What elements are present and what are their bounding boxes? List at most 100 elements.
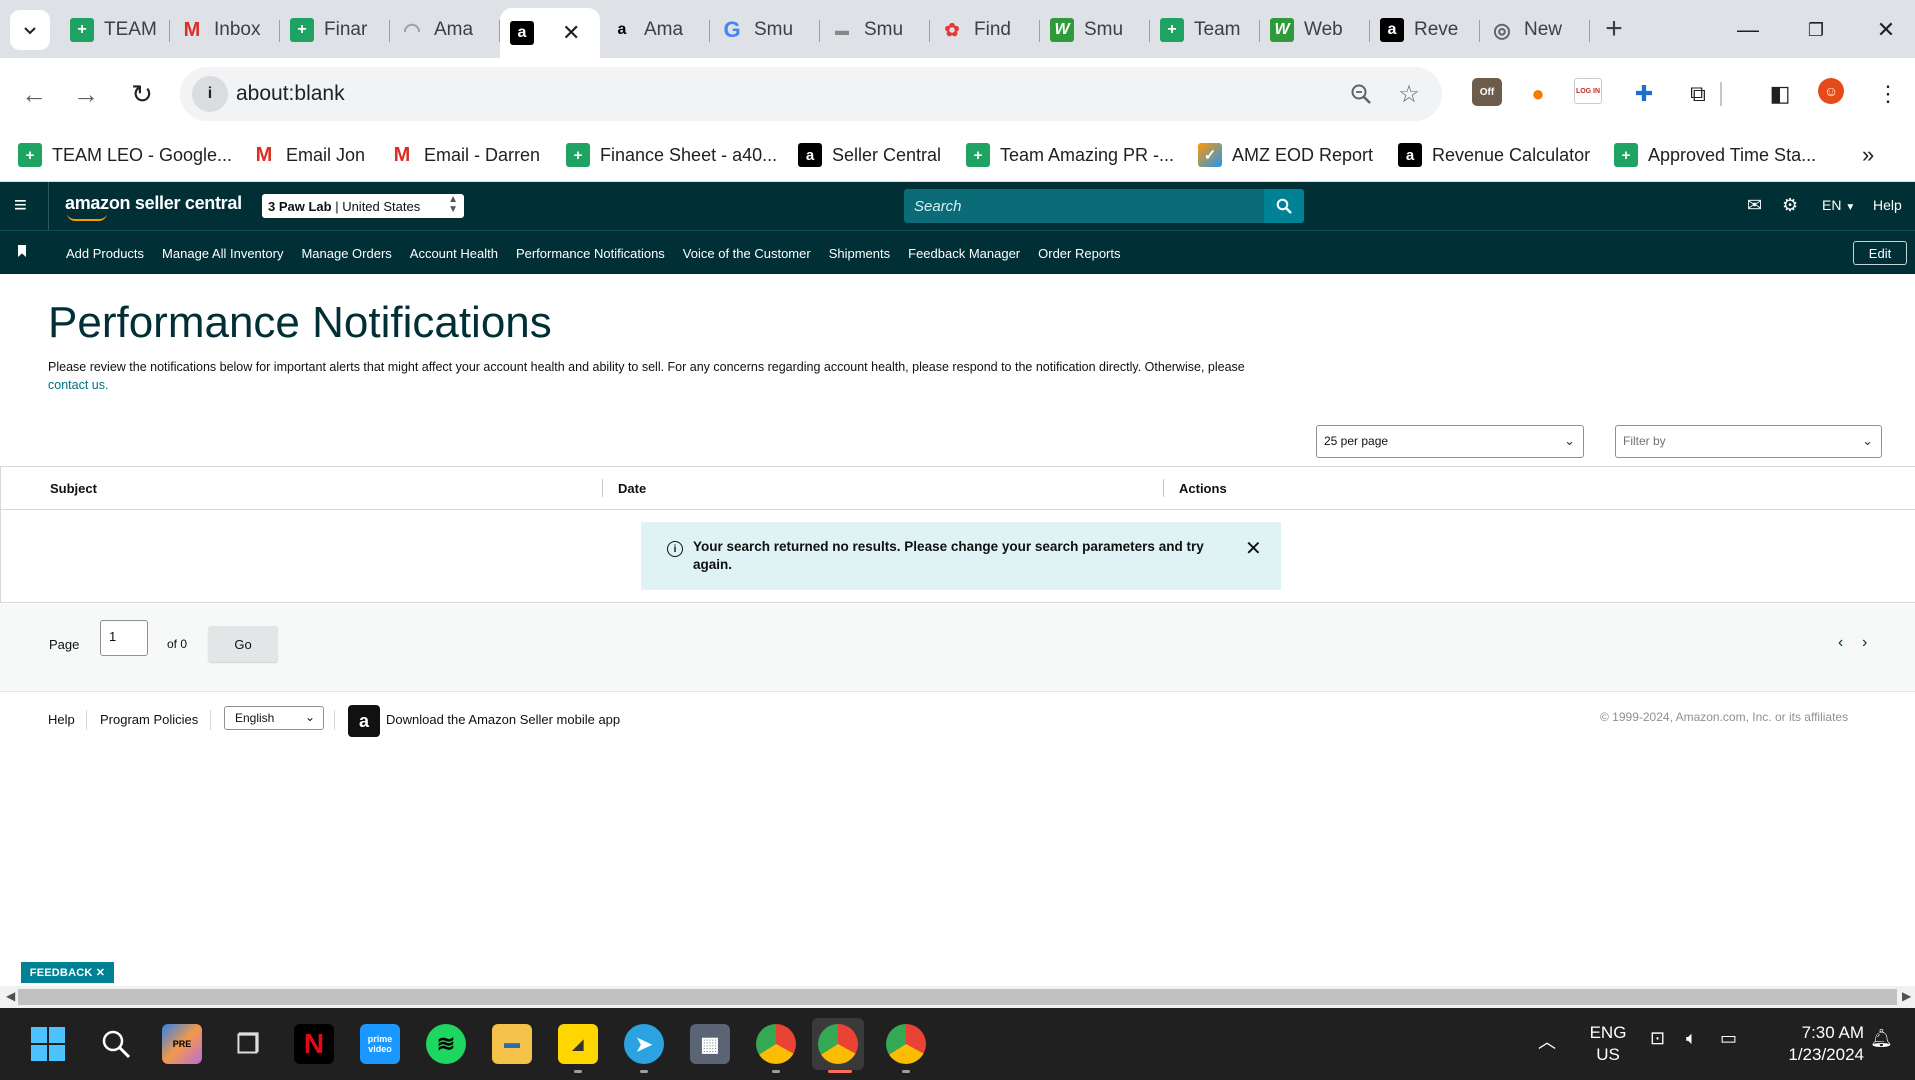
hamburger-menu-icon[interactable]: ≡ [14,194,36,216]
reload-icon[interactable]: ↻ [124,76,160,112]
bookmark-item[interactable]: + TEAM LEO - Google... [18,140,232,170]
nav-performance-notifications[interactable]: Performance Notifications [516,246,665,261]
back-arrow-icon[interactable]: ← [16,76,52,112]
per-page-select[interactable]: 25 per page ⌄ [1316,425,1584,458]
prev-page-icon[interactable]: ‹ [1838,634,1843,652]
tab[interactable]: a Reve [1370,8,1480,52]
tab[interactable]: + TEAM [60,8,170,52]
bookmark-star-icon[interactable]: ☆ [1394,79,1424,109]
prime-video-icon[interactable]: prime video [360,1024,400,1064]
language-selector[interactable]: EN ▼ [1822,197,1855,213]
nav-manage-orders[interactable]: Manage Orders [301,246,391,261]
tab[interactable]: W Web [1260,8,1370,52]
nav-account-health[interactable]: Account Health [410,246,498,261]
extension-off-icon[interactable]: Off [1472,78,1502,106]
column-subject[interactable]: Subject [50,481,97,496]
tab-search-button[interactable] [10,10,50,50]
netflix-icon[interactable]: N [294,1024,334,1064]
tab[interactable]: a Ama [600,8,710,52]
task-view-icon[interactable]: ❐ [228,1024,268,1064]
search-icon[interactable] [96,1024,136,1064]
chrome-profile-1-icon[interactable] [756,1024,796,1064]
account-switcher[interactable]: 3 Paw Lab | United States ▲ ▼ [262,194,464,218]
site-info-icon[interactable]: i [192,76,228,112]
scroll-right-icon[interactable]: ▶ [1902,989,1911,1003]
next-page-icon[interactable]: › [1862,634,1867,652]
seller-app-icon[interactable]: a [348,705,380,737]
nav-order-reports[interactable]: Order Reports [1038,246,1120,261]
notifications-bell-icon[interactable]: 🔔︎ [1870,1028,1893,1049]
restore-icon[interactable]: ❐ [1796,10,1836,50]
seller-search-input[interactable]: Search [904,189,1264,223]
windows-start-icon[interactable] [28,1024,68,1064]
tab[interactable]: M Inbox [170,8,280,52]
more-bookmarks-icon[interactable]: » [1862,140,1874,170]
settings-gear-icon[interactable]: ⚙ [1782,195,1798,216]
scrollbar-thumb[interactable] [18,989,1897,1005]
page-number-input[interactable]: 1 [100,620,148,656]
help-link[interactable]: Help [1873,197,1902,213]
bookmark-item[interactable]: M Email Jon [252,140,365,170]
file-explorer-icon[interactable]: ▬ [492,1024,532,1064]
close-window-icon[interactable]: ✕ [1866,10,1906,50]
new-tab-button[interactable]: + [1597,12,1631,46]
show-hidden-icons-chevron-up-icon[interactable]: ︿ [1538,1028,1556,1054]
nav-manage-inventory[interactable]: Manage All Inventory [162,246,283,261]
horizontal-scrollbar[interactable]: ◀ ▶ [0,986,1915,1008]
tab[interactable]: + Finar [280,8,390,52]
extension-orange-icon[interactable]: ● [1522,78,1554,110]
side-panel-icon[interactable]: ◧ [1764,78,1796,110]
program-policies-link[interactable]: Program Policies [100,712,198,727]
minimize-icon[interactable]: — [1728,10,1768,50]
messages-envelope-icon[interactable]: ✉ [1747,195,1762,216]
extension-login-icon[interactable]: LOG IN [1574,78,1602,104]
download-app-link[interactable]: Download the Amazon Seller mobile app [386,712,620,727]
forward-arrow-icon[interactable]: → [68,76,104,112]
extension-blue-icon[interactable]: ✚ [1628,78,1660,110]
tab[interactable]: + Team [1150,8,1260,52]
close-icon[interactable]: ✕ [96,966,105,979]
bookmark-icon[interactable] [18,245,26,257]
address-bar[interactable]: i about:blank ☆ [180,67,1442,121]
address-url[interactable]: about:blank [236,82,345,106]
telegram-icon[interactable]: ➤ [624,1024,664,1064]
bookmark-item[interactable]: + Finance Sheet - a40... [566,140,777,170]
extensions-puzzle-icon[interactable]: ⧉ [1682,78,1714,110]
nav-voice-of-customer[interactable]: Voice of the Customer [683,246,811,261]
tab-active[interactable]: a ✕ [500,8,600,58]
filter-by-select[interactable]: Filter by ⌄ [1615,425,1882,458]
bookmark-item[interactable]: a Seller Central [798,140,941,170]
scroll-left-icon[interactable]: ◀ [6,989,15,1003]
seller-central-logo[interactable]: amazon seller central [65,193,242,221]
tab[interactable]: W Smu [1040,8,1150,52]
nav-feedback-manager[interactable]: Feedback Manager [908,246,1020,261]
close-alert-icon[interactable]: ✕ [1245,536,1262,561]
chrome-profile-3-icon[interactable] [886,1024,926,1064]
nav-shipments[interactable]: Shipments [829,246,890,261]
bookmark-item[interactable]: M Email - Darren [390,140,540,170]
bookmark-item[interactable]: ✓ AMZ EOD Report [1198,140,1373,170]
edit-nav-button[interactable]: Edit [1853,241,1907,265]
calculator-icon[interactable]: ▦ [690,1024,730,1064]
tab[interactable]: ◠ Ama [390,8,500,52]
more-menu-icon[interactable]: ⋮ [1872,78,1904,110]
footer-help-link[interactable]: Help [48,712,75,727]
contact-us-link[interactable]: contact us. [48,378,108,392]
tab[interactable]: G Smu [710,8,820,52]
input-language-indicator[interactable]: ENG US [1586,1022,1630,1066]
sticky-notes-icon[interactable]: ◢ [558,1024,598,1064]
tab[interactable]: ◎ New [1480,8,1590,52]
bookmark-item[interactable]: a Revenue Calculator [1398,140,1590,170]
footer-language-select[interactable]: English ⌄ [224,706,324,730]
close-tab-icon[interactable]: ✕ [562,20,580,46]
bookmark-item[interactable]: + Approved Time Sta... [1614,140,1816,170]
column-date[interactable]: Date [618,481,646,496]
zoom-icon[interactable] [1346,79,1376,109]
bookmark-item[interactable]: + Team Amazing PR -... [966,140,1174,170]
chrome-profile-2-icon[interactable] [818,1024,858,1064]
tab[interactable]: ✿ Find [930,8,1040,52]
network-icon[interactable]: ⊡ [1650,1028,1665,1049]
profile-avatar[interactable]: ☺ [1818,78,1844,104]
tab[interactable]: ▬ Smu [820,8,930,52]
system-clock[interactable]: 7:30 AM 1/23/2024 [1764,1022,1864,1066]
